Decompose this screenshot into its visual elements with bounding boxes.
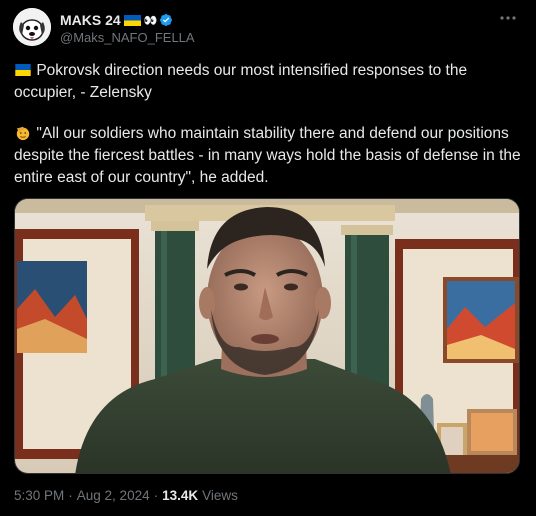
ukraine-flag-icon bbox=[15, 64, 31, 76]
author-name-row: MAKS 24 👀 bbox=[60, 11, 173, 29]
tweet-paragraph-1: Pokrovsk direction needs our most intens… bbox=[14, 60, 524, 104]
more-options-icon[interactable] bbox=[498, 10, 518, 26]
video-frame-image bbox=[15, 199, 519, 473]
views-label: Views bbox=[202, 488, 238, 503]
tweet-text-2: "All our soldiers who maintain stability… bbox=[14, 125, 521, 186]
dog-avatar-icon bbox=[13, 8, 51, 46]
tweet-metadata: 5:30 PM · Aug 2, 2024 · 13.4K Views bbox=[14, 488, 238, 503]
eyes-emoji: 👀 bbox=[143, 14, 158, 27]
saluting-face-icon bbox=[16, 126, 30, 141]
author-avatar[interactable] bbox=[13, 8, 51, 46]
tweet-time[interactable]: 5:30 PM bbox=[14, 488, 64, 503]
author-handle[interactable]: @Maks_NAFO_FELLA bbox=[60, 30, 195, 45]
verified-badge-icon[interactable] bbox=[159, 13, 173, 27]
tweet-paragraph-2: "All our soldiers who maintain stability… bbox=[14, 123, 524, 189]
author-display-name[interactable]: MAKS 24 bbox=[60, 12, 121, 28]
views-count: 13.4K bbox=[162, 488, 199, 503]
ukraine-flag-icon bbox=[123, 14, 141, 26]
tweet-date[interactable]: Aug 2, 2024 bbox=[77, 488, 150, 503]
tweet-video-thumbnail[interactable] bbox=[14, 198, 520, 474]
tweet-text-1: Pokrovsk direction needs our most intens… bbox=[14, 62, 468, 101]
separator: · bbox=[68, 488, 73, 503]
tweet-card[interactable]: MAKS 24 👀 @Maks_NAFO_FELLA Pokrovsk dire… bbox=[0, 0, 536, 516]
separator: · bbox=[153, 488, 159, 503]
